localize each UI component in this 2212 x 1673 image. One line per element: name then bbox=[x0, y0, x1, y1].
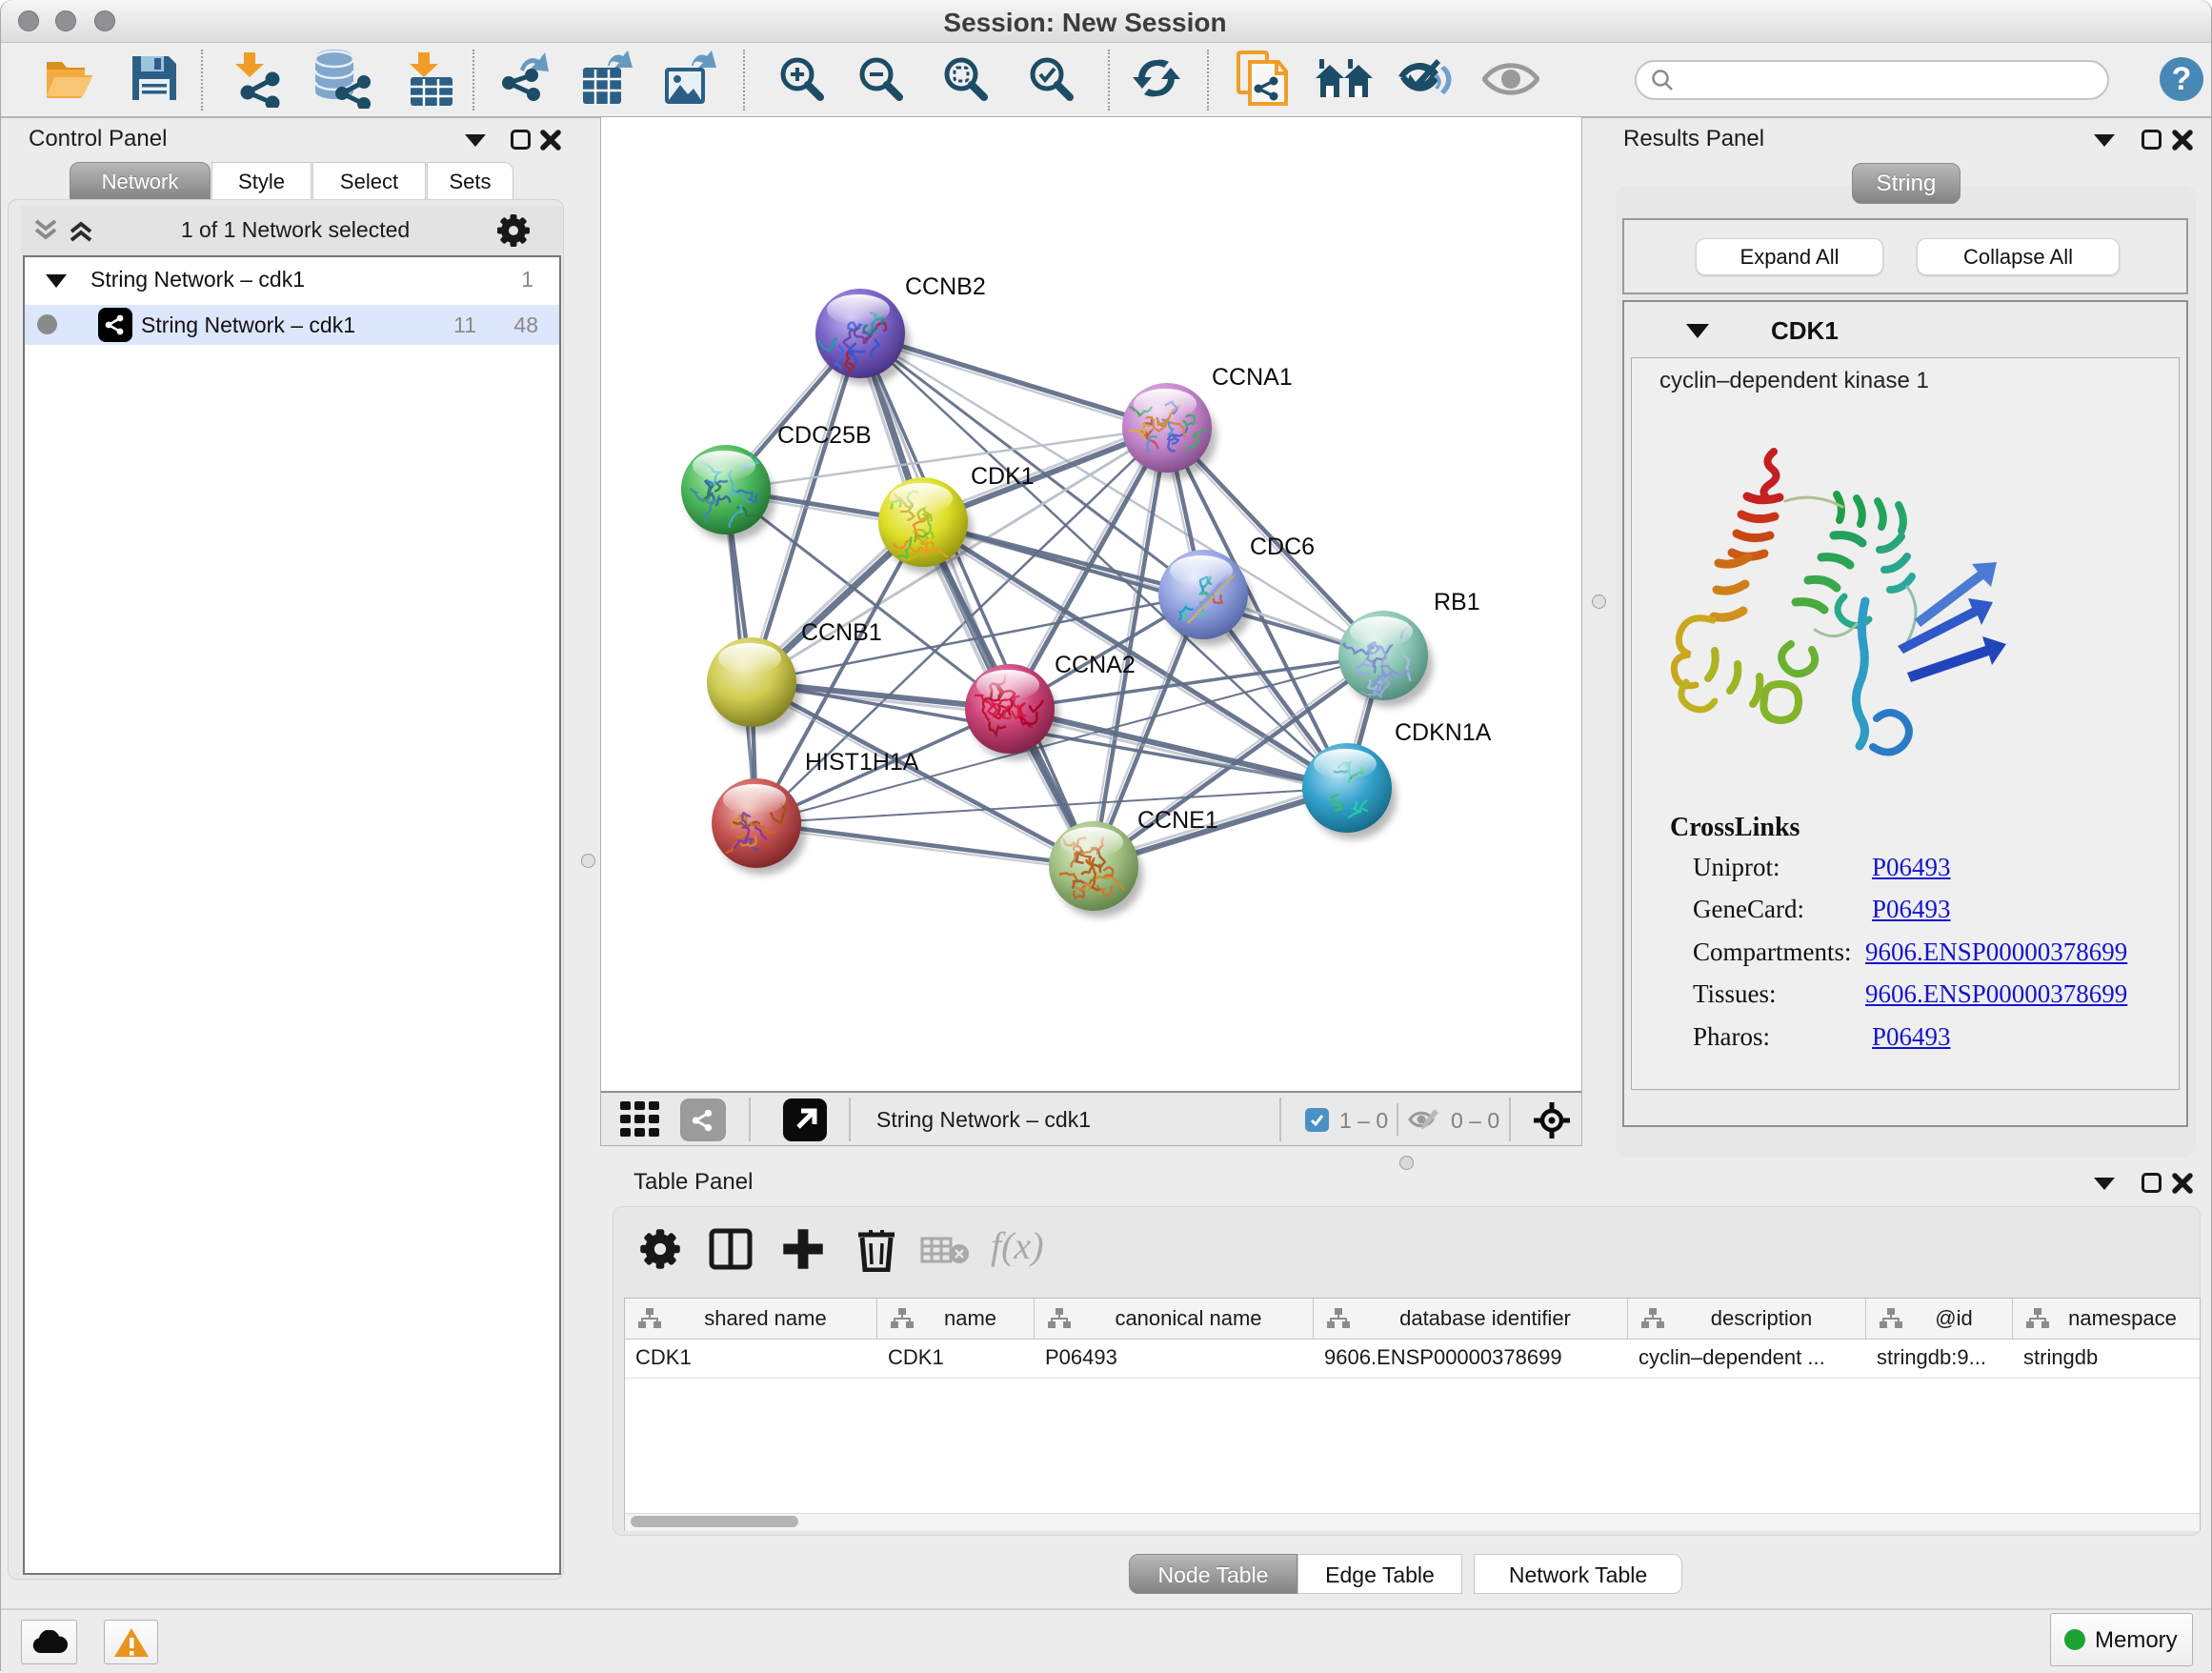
svg-text:HIST1H1A: HIST1H1A bbox=[805, 749, 919, 776]
svg-text:RB1: RB1 bbox=[1434, 589, 1480, 615]
svg-text:CCNA1: CCNA1 bbox=[1212, 364, 1293, 391]
svg-text:CDKN1A: CDKN1A bbox=[1395, 719, 1492, 746]
svg-text:CCNB2: CCNB2 bbox=[905, 273, 986, 300]
svg-text:CCNB1: CCNB1 bbox=[801, 619, 882, 646]
svg-text:CDC6: CDC6 bbox=[1250, 534, 1315, 560]
svg-text:CDC25B: CDC25B bbox=[777, 422, 872, 449]
svg-text:CCNA2: CCNA2 bbox=[1055, 652, 1136, 678]
svg-text:CCNE1: CCNE1 bbox=[1137, 807, 1218, 834]
svg-text:CDK1: CDK1 bbox=[971, 463, 1035, 490]
